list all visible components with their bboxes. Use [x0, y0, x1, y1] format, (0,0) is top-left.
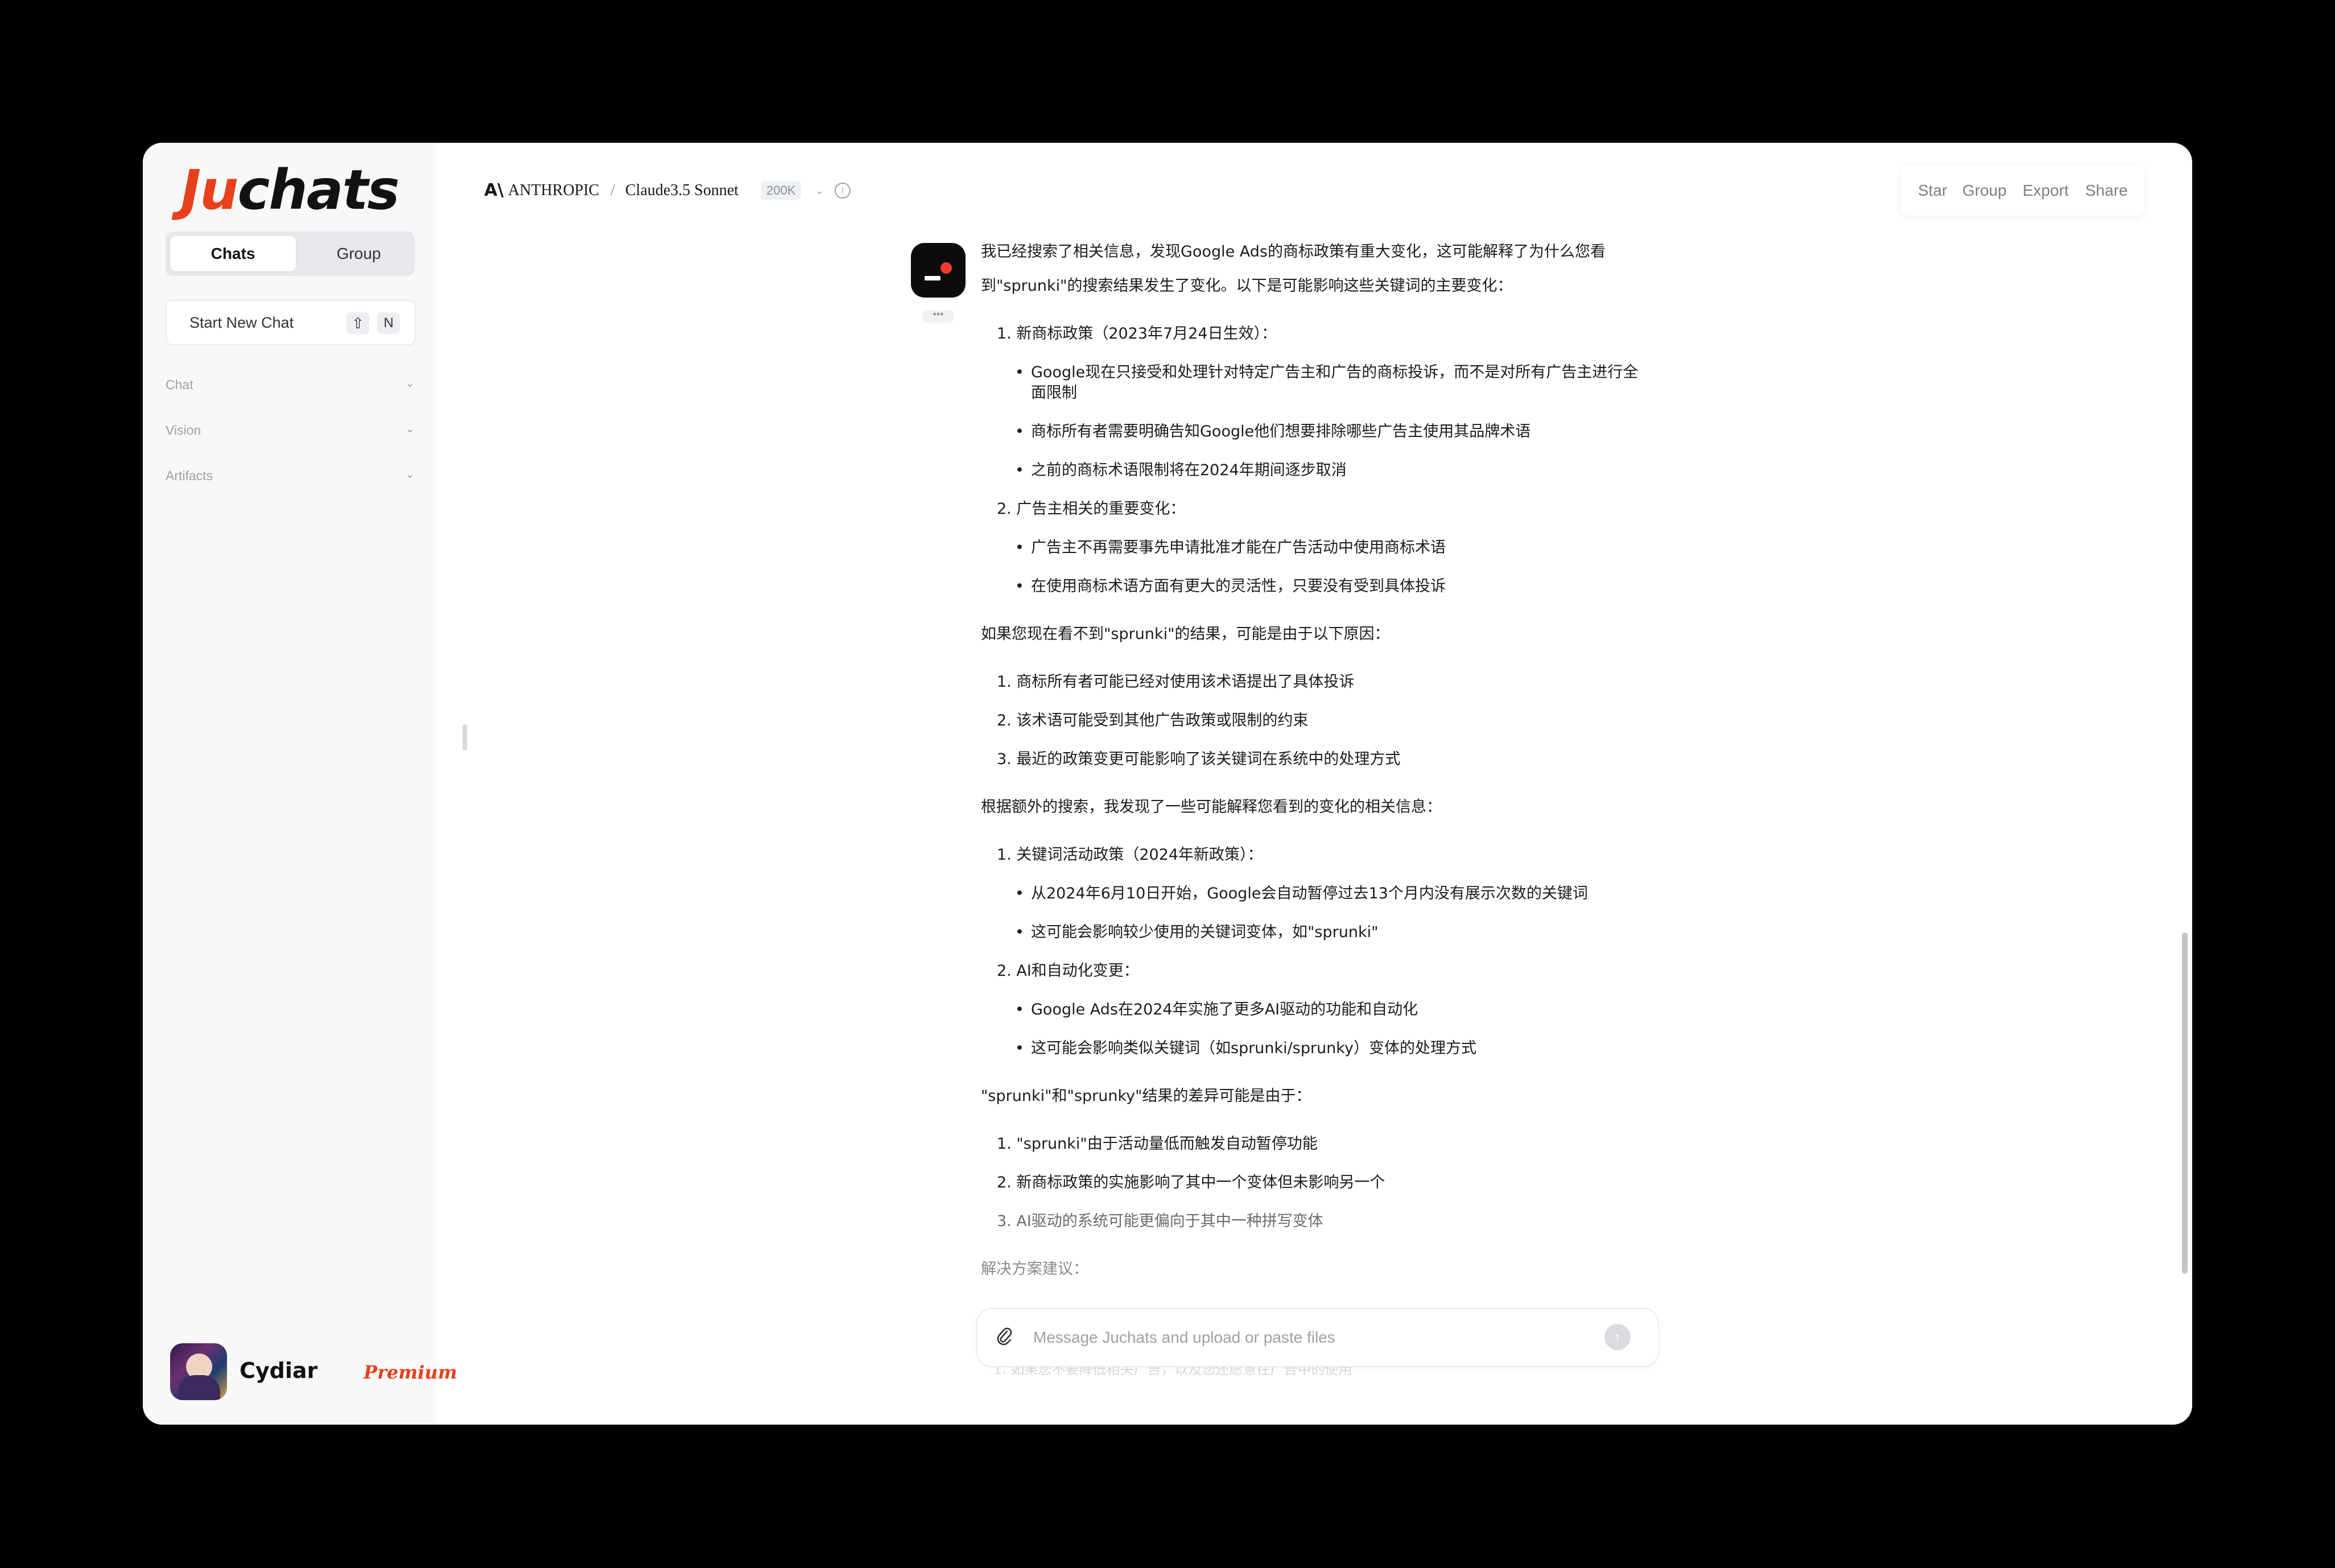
chevron-down-icon: ⌄: [405, 377, 415, 390]
app-window: Juchats Chats Group Start New Chat ⇧ N C…: [143, 143, 2192, 1425]
sidebar-tab-switch: Chats Group: [166, 232, 415, 276]
breadcrumb-separator: /: [610, 181, 615, 199]
n-key-badge: N: [377, 312, 400, 334]
top-actions: Star Group Export Share: [1901, 166, 2144, 216]
list-item: 1. "sprunki"由于活动量低而触发自动暂停功能: [997, 1135, 1318, 1153]
list-item: 这可能会影响类似关键词（如sprunki/sprunky）变体的处理方式: [1015, 1037, 1476, 1060]
chevron-down-icon: ⌄: [405, 423, 415, 435]
logo-chats: chats: [237, 158, 400, 222]
list-item: Google Ads在2024年实施了更多AI驱动的功能和自动化: [1015, 998, 1418, 1021]
provider-name: ANTHROPIC: [508, 181, 600, 199]
username: Cydiar: [240, 1358, 318, 1383]
list-item: Google现在只接受和处理针对特定广告主和广告的商标投诉，而不是对所有广告主进…: [1015, 361, 1638, 384]
start-new-chat-label: Start New Chat: [189, 314, 294, 331]
list-item: 从2024年6月10日开始，Google会自动暂停过去13个月内没有展示次数的关…: [1015, 882, 1588, 905]
list-item: 1. 关键词活动政策（2024年新政策）：: [997, 846, 1263, 864]
section-vision[interactable]: Vision ⌄: [166, 418, 415, 441]
list-item: 商标所有者需要明确告知Google他们想要排除哪些广告主使用其品牌术语: [1015, 420, 1530, 443]
scrollbar[interactable]: [2182, 932, 2188, 1274]
message-paragraph: 如果您现在看不到"sprunki"的结果，可能是由于以下原因：: [981, 625, 1390, 643]
list-item: 3. 最近的政策变更可能影响了该关键词在系统中的处理方式: [997, 750, 1401, 768]
sidebar-resize-handle[interactable]: [463, 724, 467, 750]
user-profile[interactable]: Cydiar Premium: [170, 1343, 457, 1400]
list-item: 2. 广告主相关的重要变化：: [997, 500, 1186, 518]
paperclip-icon[interactable]: [996, 1326, 1013, 1352]
section-vision-label: Vision: [166, 423, 201, 438]
context-badge: 200K: [761, 181, 802, 200]
tab-group[interactable]: Group: [296, 236, 422, 271]
message-composer: ↑: [976, 1308, 1659, 1367]
list-item: 面限制: [1031, 384, 1077, 402]
send-button[interactable]: ↑: [1604, 1324, 1631, 1350]
avatar[interactable]: [170, 1343, 227, 1400]
sidebar: Juchats Chats Group Start New Chat ⇧ N C…: [143, 143, 457, 1425]
message-input[interactable]: [1032, 1323, 1581, 1352]
info-icon[interactable]: i: [835, 183, 851, 199]
list-item: 1. 新商标政策（2023年7月24日生效）：: [997, 325, 1277, 343]
list-item: 广告主不再需要事先申请批准才能在广告活动中使用商标术语: [1015, 537, 1446, 559]
section-artifacts[interactable]: Artifacts ⌄: [166, 464, 415, 486]
section-chat-label: Chat: [166, 377, 193, 392]
message-more-icon[interactable]: •••: [922, 309, 954, 323]
tab-chats[interactable]: Chats: [170, 236, 296, 271]
message-paragraph: 解决方案建议：: [981, 1260, 1088, 1278]
list-item: 2. 该术语可能受到其他广告政策或限制的约束: [997, 712, 1309, 729]
anthropic-icon: A\: [484, 180, 504, 200]
assistant-avatar: [911, 243, 966, 298]
start-new-chat-button[interactable]: Start New Chat ⇧ N: [166, 300, 416, 345]
list-item: 3. AI驱动的系统可能更偏向于其中一种拼写变体: [997, 1212, 1323, 1230]
section-artifacts-label: Artifacts: [166, 468, 213, 483]
list-item: 2. 新商标政策的实施影响了其中一个变体但未影响另一个: [997, 1174, 1385, 1191]
chevron-down-icon: ⌄: [405, 468, 415, 481]
list-item: 1. 商标所有者可能已经对使用该术语提出了具体投诉: [997, 673, 1355, 691]
list-item: 2. AI和自动化变更：: [997, 962, 1139, 980]
shift-key-icon: ⇧: [346, 312, 369, 334]
list-item: 在使用商标术语方面有更大的灵活性，只要没有受到具体投诉: [1015, 575, 1446, 598]
section-chat[interactable]: Chat ⌄: [166, 373, 415, 395]
logo-ju: Ju: [180, 158, 238, 222]
premium-badge: Premium: [364, 1361, 457, 1383]
list-item: 这可能会影响较少使用的关键词变体，如"sprunki": [1015, 921, 1378, 944]
message-paragraph: 根据额外的搜索，我发现了一些可能解释您看到的变化的相关信息：: [981, 798, 1442, 816]
export-button[interactable]: Export: [2023, 166, 2069, 216]
star-button[interactable]: Star: [1918, 166, 1947, 216]
model-name[interactable]: Claude3.5 Sonnet: [625, 178, 739, 203]
list-item: 之前的商标术语限制将在2024年期间逐步取消: [1015, 459, 1347, 482]
share-button[interactable]: Share: [2085, 166, 2128, 216]
juchats-logo[interactable]: Juchats: [143, 159, 436, 221]
message-paragraph: 我已经搜索了相关信息，发现Google Ads的商标政策有重大变化，这可能解释了…: [981, 243, 1606, 261]
message-paragraph: "sprunki"和"sprunky"结果的差异可能是由于：: [981, 1087, 1311, 1105]
chevron-down-icon[interactable]: ⌄: [815, 178, 824, 203]
group-button[interactable]: Group: [1962, 166, 2007, 216]
message-paragraph: 到"sprunki"的搜索结果发生了变化。以下是可能影响这些关键词的主要变化：: [981, 277, 1513, 295]
